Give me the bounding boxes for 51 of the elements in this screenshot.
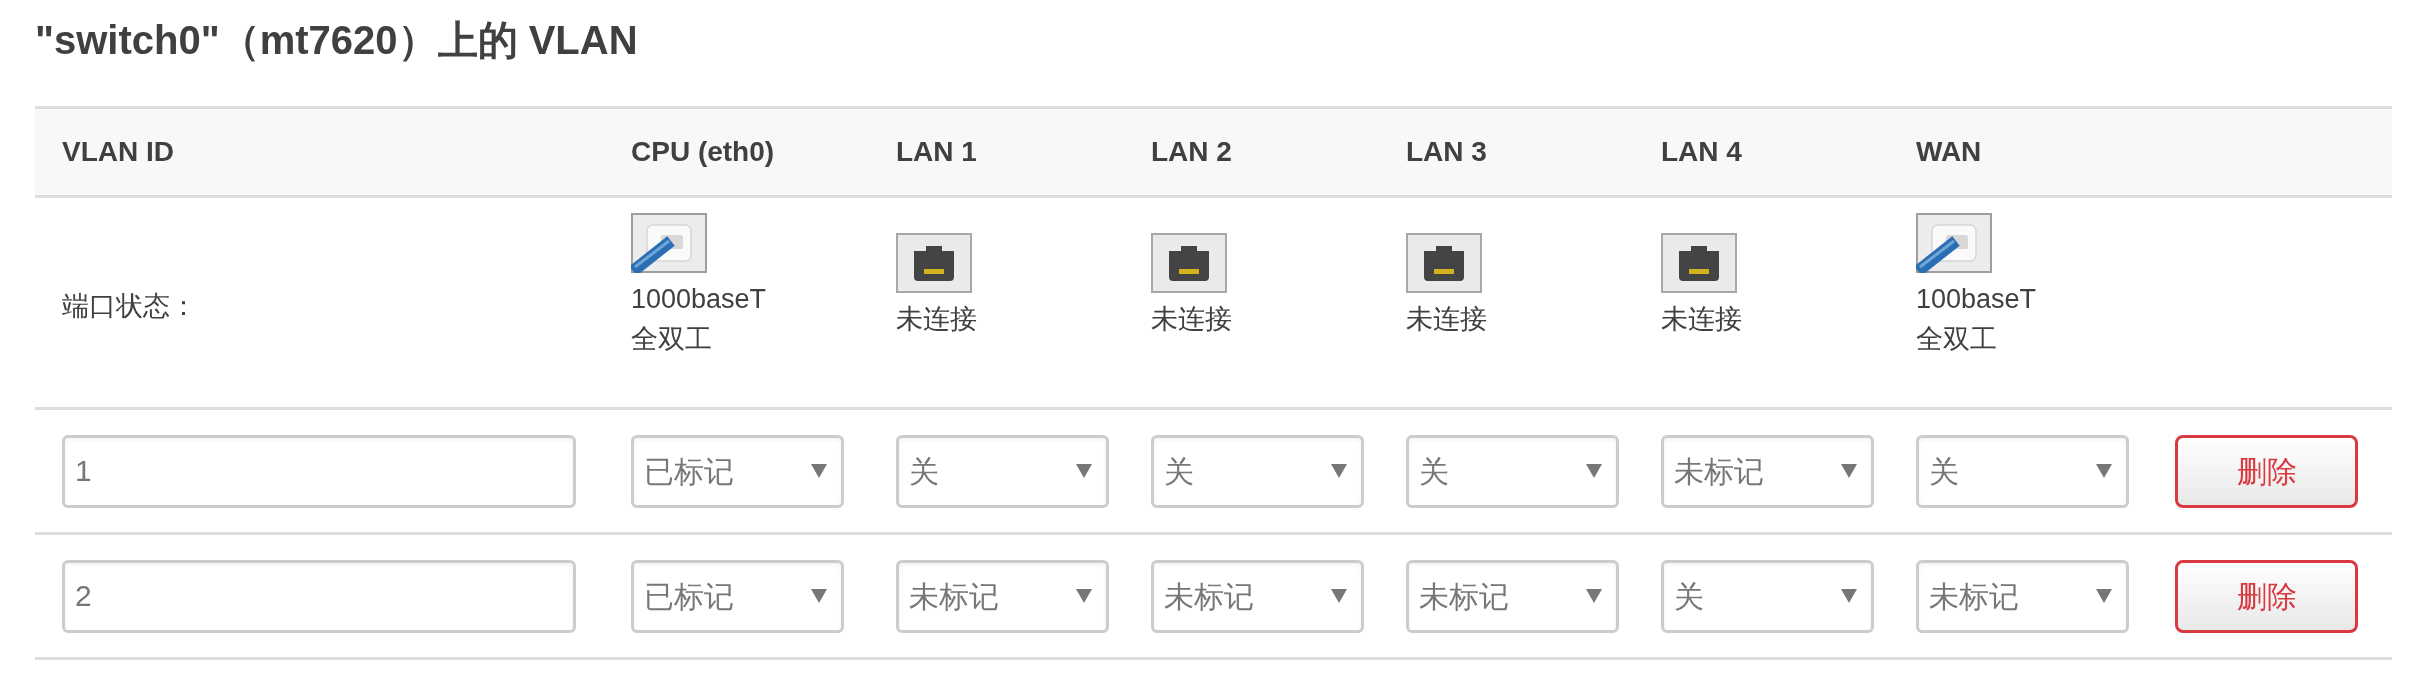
select-dropdown[interactable]: 关 bbox=[1151, 434, 1364, 508]
cable-plugged-icon bbox=[631, 213, 707, 273]
select-dropdown[interactable]: 关 bbox=[1916, 434, 2129, 508]
select-dropdown[interactable]: 关 bbox=[1661, 559, 1874, 633]
select-dropdown[interactable]: 未标记 bbox=[1661, 434, 1874, 508]
column-header: LAN 3 bbox=[1405, 135, 1487, 169]
ethernet-port-icon bbox=[1661, 233, 1737, 293]
dropdown-arrow-icon bbox=[1841, 589, 1857, 603]
dropdown-arrow-icon bbox=[2096, 464, 2112, 478]
port-status-text: 全双工 bbox=[1916, 323, 1997, 356]
dropdown-arrow-icon bbox=[811, 464, 827, 478]
select-dropdown[interactable]: 未标记 bbox=[1151, 559, 1364, 633]
column-header: LAN 4 bbox=[1660, 135, 1742, 169]
column-header: WAN bbox=[1915, 135, 1982, 169]
dropdown-arrow-icon bbox=[1586, 464, 1602, 478]
delete-button[interactable]: 删除 bbox=[2175, 434, 2358, 508]
dropdown-arrow-icon bbox=[1076, 464, 1092, 478]
delete-button[interactable]: 删除 bbox=[2175, 559, 2358, 633]
page-title: "switch0"（mt7620）上的 VLAN bbox=[34, 17, 639, 64]
dropdown-arrow-icon bbox=[1331, 589, 1347, 603]
port-status-text: 未连接 bbox=[1151, 303, 1232, 336]
select-dropdown[interactable]: 未标记 bbox=[896, 559, 1109, 633]
ethernet-port-icon bbox=[1406, 233, 1482, 293]
select-dropdown[interactable]: 已标记 bbox=[631, 434, 844, 508]
column-header: VLAN ID bbox=[61, 135, 174, 169]
port-status-text: 未连接 bbox=[896, 303, 977, 336]
select-dropdown[interactable]: 未标记 bbox=[1406, 559, 1619, 633]
dropdown-arrow-icon bbox=[1841, 464, 1857, 478]
column-header: CPU (eth0) bbox=[630, 135, 775, 169]
ethernet-port-icon bbox=[1151, 233, 1227, 293]
port-status-text: 未连接 bbox=[1406, 303, 1487, 336]
select-dropdown[interactable]: 关 bbox=[896, 434, 1109, 508]
column-header: LAN 2 bbox=[1150, 135, 1232, 169]
port-status-text: 1000baseT bbox=[631, 283, 767, 316]
dropdown-arrow-icon bbox=[1076, 589, 1092, 603]
vlan-id-field[interactable]: 2 bbox=[62, 559, 576, 633]
vlan-id-field[interactable]: 1 bbox=[62, 434, 576, 508]
dropdown-arrow-icon bbox=[2096, 589, 2112, 603]
column-header: LAN 1 bbox=[895, 135, 977, 169]
dropdown-arrow-icon bbox=[1586, 589, 1602, 603]
select-dropdown[interactable]: 未标记 bbox=[1916, 559, 2129, 633]
select-dropdown[interactable]: 关 bbox=[1406, 434, 1619, 508]
dropdown-arrow-icon bbox=[1331, 464, 1347, 478]
port-status-text: 未连接 bbox=[1661, 303, 1742, 336]
port-status-text: 100baseT bbox=[1916, 283, 2037, 316]
dropdown-arrow-icon bbox=[811, 589, 827, 603]
cable-plugged-icon bbox=[1916, 213, 1992, 273]
port-status-text: 全双工 bbox=[631, 323, 712, 356]
port-status-label: 端口状态： bbox=[61, 290, 197, 323]
select-dropdown[interactable]: 已标记 bbox=[631, 559, 844, 633]
ethernet-port-icon bbox=[896, 233, 972, 293]
